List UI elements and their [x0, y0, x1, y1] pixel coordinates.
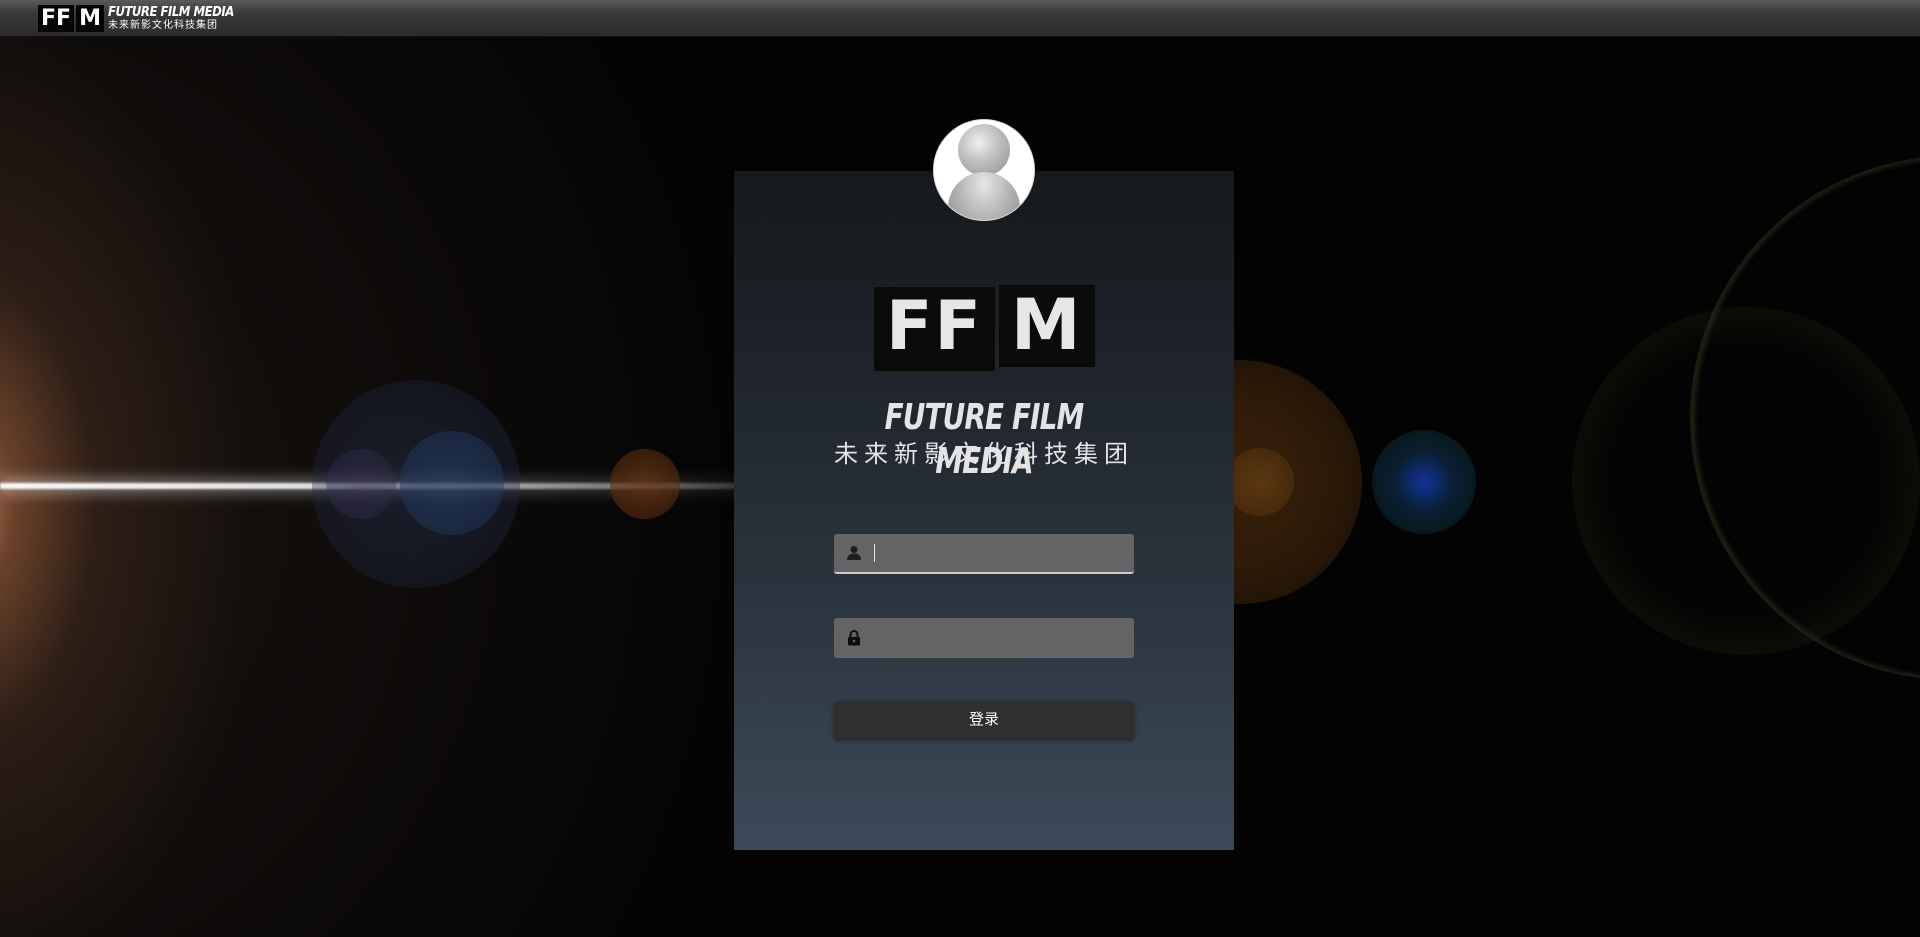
header-logo-ff: FF [38, 5, 75, 32]
header-logo[interactable]: FF M FUTURE FILM MEDIA 未来新影文化科技集团 [38, 5, 234, 32]
avatar-body [948, 172, 1020, 220]
flare-orb-orange-small [610, 449, 680, 519]
header-logo-en: FUTURE FILM MEDIA [107, 5, 234, 20]
header-logo-m: M [76, 5, 104, 32]
brand-logo-m: M [998, 285, 1095, 367]
flare-orb-teal [1372, 430, 1476, 534]
text-caret [874, 544, 875, 562]
user-icon [834, 533, 874, 573]
avatar-head [958, 124, 1010, 176]
flare-orb-purple-small [326, 449, 396, 519]
flare-orb-blue-inner [400, 431, 504, 535]
top-bar: FF M FUTURE FILM MEDIA 未来新影文化科技集团 [0, 0, 1920, 37]
brand-logo-ff: FF [874, 287, 995, 371]
username-field[interactable] [834, 534, 1134, 574]
brand-logo-mark: FF M [874, 285, 1095, 371]
header-logo-text: FUTURE FILM MEDIA 未来新影文化科技集团 [107, 5, 234, 32]
password-field[interactable] [834, 618, 1134, 658]
login-panel [734, 171, 1234, 850]
flare-orb-orange-ring [1226, 448, 1294, 516]
password-input[interactable] [874, 620, 1134, 656]
username-input[interactable] [874, 535, 1134, 571]
avatar-icon [934, 120, 1034, 220]
lock-icon [834, 618, 874, 658]
brand-name-cn: 未来新影文化科技集团 [834, 440, 1134, 468]
header-logo-cn: 未来新影文化科技集团 [107, 20, 218, 31]
header-logo-mark: FF M [38, 5, 104, 32]
login-button[interactable]: 登录 [834, 701, 1134, 738]
